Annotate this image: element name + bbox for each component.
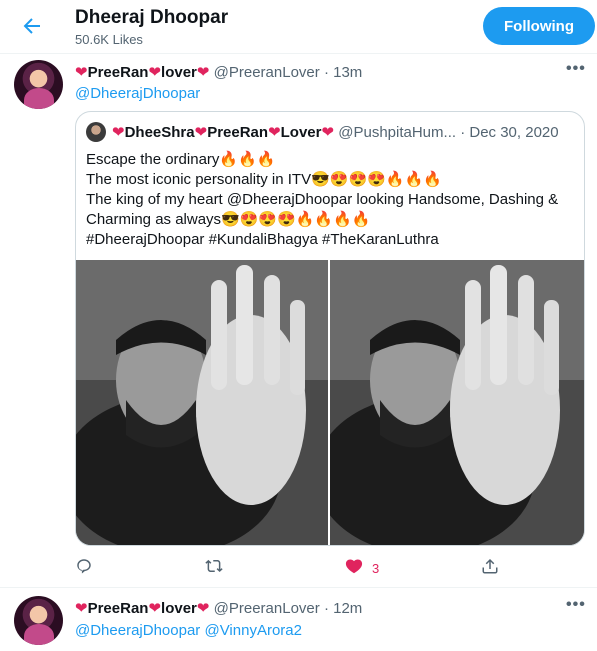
- page-title: Dheeraj Dhoopar: [75, 7, 229, 28]
- heart-icon: ❤: [268, 124, 281, 141]
- quoted-line: Escape the ordinary🔥🔥🔥: [86, 151, 276, 168]
- quoted-line: Charming as always😎😍😍😍🔥🔥🔥🔥: [86, 211, 371, 228]
- quoted-line: The king of my heart @DheerajDhoopar loo…: [86, 191, 559, 208]
- quoted-name-a: DheeShra: [124, 124, 195, 141]
- following-button[interactable]: Following: [483, 7, 595, 45]
- quoted-line: #DheerajDhoopar #KundaliBhagya #TheKaran…: [86, 231, 439, 248]
- author-handle: @PreeranLover: [213, 600, 320, 617]
- avatar[interactable]: [14, 596, 63, 645]
- heart-icon: ❤: [196, 64, 210, 81]
- heart-icon: ❤: [196, 600, 210, 617]
- like-count: 3: [372, 561, 380, 576]
- tweet-author[interactable]: ❤PreeRan❤lover❤ @PreeranLover · 12m: [75, 599, 362, 617]
- author-name-suffix: lover: [161, 600, 197, 617]
- quoted-date: · Dec 30, 2020: [460, 124, 559, 141]
- photo[interactable]: [330, 260, 584, 545]
- like-heart-icon[interactable]: [345, 557, 363, 580]
- author-name: PreeRan: [87, 64, 149, 81]
- tweet[interactable]: ❤PreeRan❤lover❤ @PreeranLover · 12m ••• …: [0, 588, 597, 651]
- quoted-name-b: PreeRan: [207, 124, 269, 141]
- retweet-icon[interactable]: [205, 557, 223, 580]
- reply-icon[interactable]: [75, 557, 93, 580]
- avatar[interactable]: [14, 60, 63, 109]
- tweet-author[interactable]: ❤PreeRan❤lover❤ @PreeranLover · 13m: [75, 63, 362, 81]
- back-arrow-icon[interactable]: [20, 14, 44, 38]
- quoted-avatar: [86, 122, 106, 142]
- tweet-time[interactable]: · 12m: [324, 600, 362, 617]
- author-name: PreeRan: [87, 600, 149, 617]
- tweet-time[interactable]: · 13m: [324, 64, 362, 81]
- heart-icon: ❤: [148, 64, 162, 81]
- heart-icon: ❤: [148, 600, 162, 617]
- quoted-handle: @PushpitaHum...: [338, 124, 457, 141]
- author-name-suffix: lover: [161, 64, 197, 81]
- photo[interactable]: [76, 260, 328, 545]
- quoted-tweet[interactable]: ❤DheeShra❤PreeRan❤Lover❤ @PushpitaHum...…: [75, 111, 585, 546]
- quoted-name-c: Lover: [280, 124, 322, 141]
- tweet-actions: 3: [75, 557, 583, 579]
- top-bar: Dheeraj Dhoopar 50.6K Likes Following: [0, 0, 597, 54]
- reply-mention[interactable]: @DheerajDhoopar: [75, 85, 200, 102]
- heart-icon: ❤: [75, 64, 88, 81]
- more-options-icon[interactable]: •••: [566, 60, 586, 78]
- quoted-line: The most iconic personality in ITV😎😍😍😍🔥🔥…: [86, 171, 442, 188]
- media-grid: [76, 260, 584, 545]
- heart-icon: ❤: [194, 124, 208, 141]
- likes-count: 50.6K Likes: [75, 32, 143, 47]
- quoted-author: ❤DheeShra❤PreeRan❤Lover❤ @PushpitaHum...…: [112, 123, 559, 141]
- heart-icon: ❤: [112, 124, 125, 141]
- heart-icon: ❤: [75, 600, 88, 617]
- quoted-text: Escape the ordinary🔥🔥🔥 The most iconic p…: [86, 150, 576, 250]
- heart-icon: ❤: [321, 124, 335, 141]
- share-icon[interactable]: [481, 557, 499, 580]
- reply-mention[interactable]: @DheerajDhoopar @VinnyArora2: [75, 622, 302, 639]
- tweet[interactable]: ❤PreeRan❤lover❤ @PreeranLover · 13m ••• …: [0, 54, 597, 588]
- author-handle: @PreeranLover: [213, 64, 320, 81]
- more-options-icon[interactable]: •••: [566, 596, 586, 614]
